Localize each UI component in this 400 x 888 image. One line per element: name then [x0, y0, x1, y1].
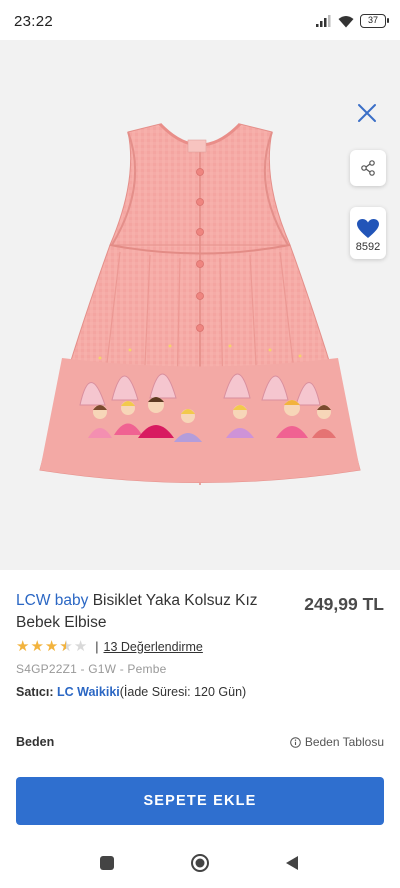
- back-icon[interactable]: [284, 855, 300, 871]
- size-chart-link[interactable]: Beden Tablosu: [290, 735, 384, 749]
- heart-icon: [357, 218, 379, 238]
- product-price: 249,99 TL: [304, 594, 384, 614]
- signal-icon: [316, 15, 331, 27]
- share-icon: [361, 160, 375, 176]
- recents-icon[interactable]: [99, 855, 115, 871]
- favorite-count: 8592: [355, 240, 381, 253]
- star-icon: ★: [16, 638, 30, 655]
- product-image-gallery[interactable]: 8592: [0, 40, 400, 570]
- brand-link[interactable]: LCW baby: [16, 592, 88, 609]
- seller-row: Satıcı: LC Waikiki(İade Süresi: 120 Gün): [16, 685, 246, 699]
- status-time: 23:22: [14, 13, 54, 30]
- product-image[interactable]: [0, 40, 400, 570]
- info-icon: [290, 736, 301, 748]
- size-chart-label: Beden Tablosu: [304, 735, 384, 749]
- product-title: LCW baby Bisiklet Yaka Kolsuz Kız Bebek …: [16, 590, 266, 634]
- size-label: Beden: [16, 735, 55, 749]
- product-sku: S4GP22Z1 - G1W - Pembe: [16, 662, 167, 676]
- reviews-link[interactable]: 13 Değerlendirme: [104, 640, 203, 654]
- star-icon: ★: [30, 638, 44, 655]
- star-icon: ★: [44, 638, 59, 655]
- seller-label: Satıcı:: [16, 685, 54, 699]
- rating-row: ★ ★ ★ ★ ★ | 13 Değerlendirme: [16, 639, 203, 654]
- empty-star-icon: ★: [73, 638, 88, 655]
- favorite-button[interactable]: 8592: [350, 207, 386, 259]
- close-icon[interactable]: [354, 100, 380, 126]
- half-star-icon: ★: [59, 639, 72, 654]
- status-icons: 37: [316, 12, 389, 30]
- status-bar: 23:22 37: [0, 0, 400, 40]
- product-info: LCW baby Bisiklet Yaka Kolsuz Kız Bebek …: [0, 570, 400, 780]
- add-to-cart-button[interactable]: SEPETE EKLE: [16, 777, 384, 825]
- rating-stars: ★ ★ ★ ★ ★: [16, 639, 87, 654]
- return-info: (İade Süresi: 120 Gün): [119, 685, 247, 699]
- rating-divider: |: [95, 639, 99, 654]
- seller-link[interactable]: LC Waikiki: [57, 685, 120, 699]
- wifi-icon: [338, 15, 354, 27]
- battery-icon: 37: [360, 14, 389, 28]
- system-nav-bar: [0, 840, 400, 888]
- home-icon[interactable]: [190, 853, 210, 873]
- share-button[interactable]: [350, 150, 386, 186]
